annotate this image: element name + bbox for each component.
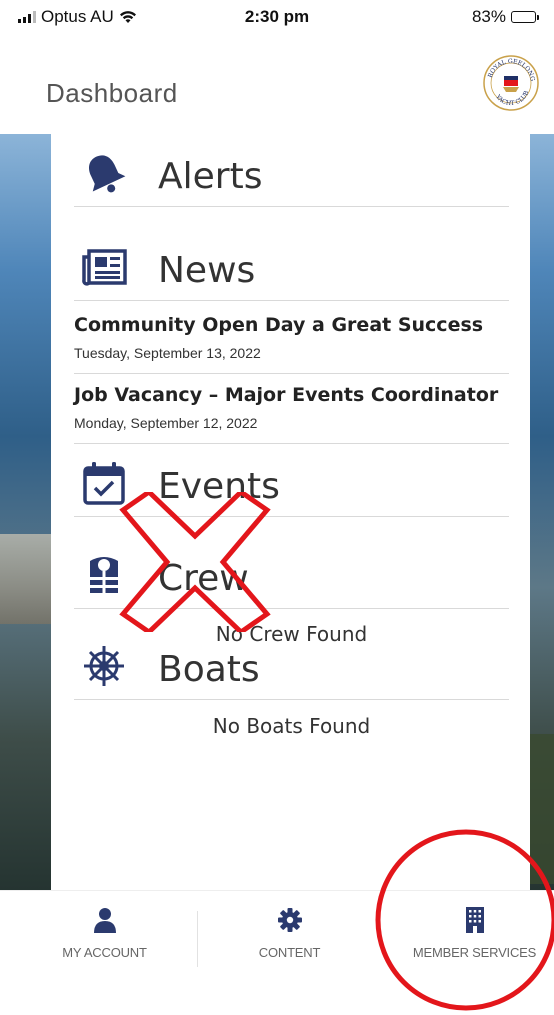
life-vest-icon (90, 557, 118, 593)
building-icon (465, 907, 484, 933)
gear-icon (277, 908, 302, 932)
section-title: Events (158, 466, 280, 507)
bell-icon (89, 155, 126, 193)
tab-label: CONTENT (258, 945, 321, 960)
calendar-check-icon (83, 462, 125, 505)
battery-icon (511, 11, 539, 23)
user-icon (93, 908, 116, 933)
boats-empty-message: No Boats Found (212, 714, 371, 738)
section-crew[interactable]: Crew (74, 536, 509, 609)
dashboard-card: Alerts News Community Open Day a Great S… (51, 134, 530, 890)
ship-wheel-icon (84, 646, 124, 686)
section-boats[interactable]: Boats (74, 627, 509, 700)
tab-my-account[interactable]: MY ACCOUNT (12, 907, 197, 967)
section-title: News (158, 250, 256, 291)
section-events[interactable]: Events (74, 444, 509, 517)
tab-label: MEMBER SERVICES (412, 945, 537, 960)
tab-member-services[interactable]: MEMBER SERVICES (382, 907, 554, 967)
section-title: Crew (158, 558, 249, 599)
status-bar: Optus AU 2:30 pm 83% (0, 0, 554, 34)
news-date: Tuesday, September 13, 2022 (74, 345, 261, 361)
app-header: Dashboard ROYAL GEELONG YACHT CLUB (0, 34, 554, 134)
battery-percent: 83% (471, 7, 506, 26)
tab-label: MY ACCOUNT (62, 945, 147, 960)
section-title: Alerts (158, 156, 263, 197)
newspaper-icon (82, 249, 127, 286)
section-news[interactable]: News (74, 228, 509, 301)
club-logo: ROYAL GEELONG YACHT CLUB (483, 55, 539, 111)
battery-indicator: 83% (471, 7, 539, 27)
page-title: Dashboard (46, 78, 178, 108)
news-date: Monday, September 12, 2022 (74, 415, 258, 431)
news-item[interactable]: Job Vacancy – Major Events Coordinator M… (74, 372, 509, 444)
news-item[interactable]: Community Open Day a Great Success Tuesd… (74, 302, 509, 374)
clock: 2:30 pm (244, 7, 310, 26)
news-title: Community Open Day a Great Success (74, 314, 484, 336)
bottom-tab-bar: MY ACCOUNT CONTENT MEMBER SERVICES (0, 890, 554, 1015)
tab-content[interactable]: CONTENT (197, 907, 382, 967)
section-title: Boats (158, 649, 260, 690)
news-title: Job Vacancy – Major Events Coordinator (74, 384, 499, 406)
section-alerts[interactable]: Alerts (74, 134, 509, 207)
